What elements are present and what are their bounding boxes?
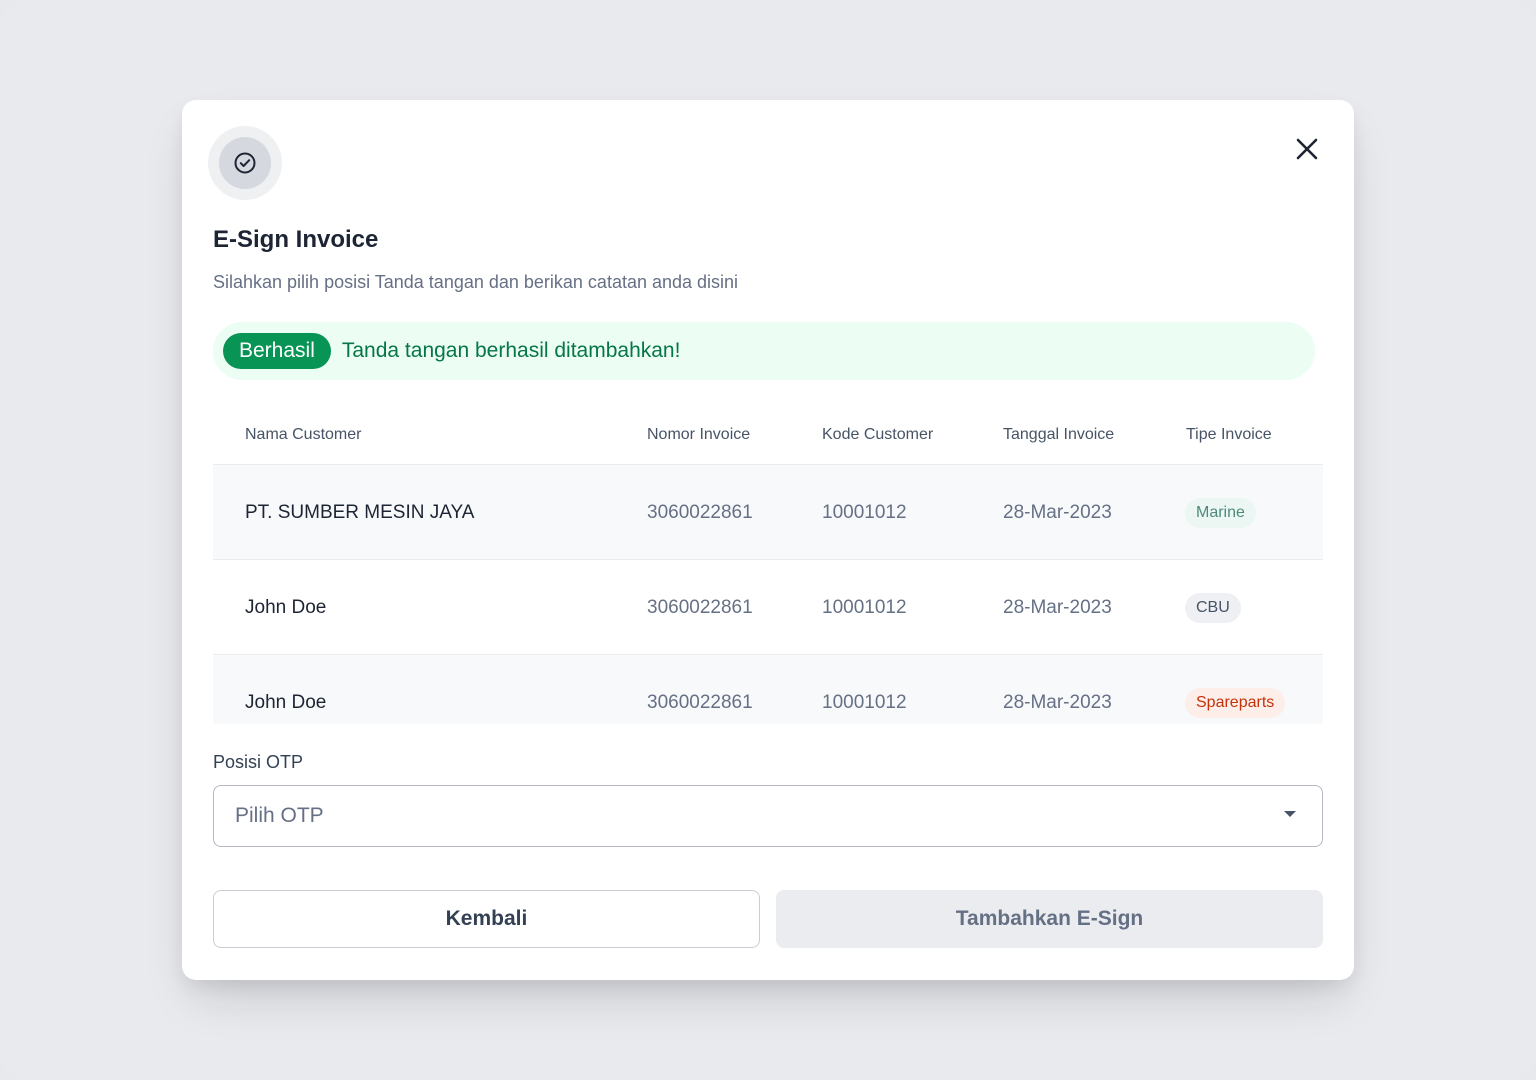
featured-icon xyxy=(208,126,282,200)
invoice-table: Nama Customer Nomor Invoice Kode Custome… xyxy=(213,406,1323,724)
invoice-type-badge: CBU xyxy=(1185,593,1241,623)
success-alert: Berhasil Tanda tangan berhasil ditambahk… xyxy=(213,322,1315,380)
check-circle-icon xyxy=(234,152,256,174)
header-tipe-invoice: Tipe Invoice xyxy=(1186,426,1272,443)
caret-down-icon xyxy=(1284,811,1296,817)
header-nama-customer: Nama Customer xyxy=(245,426,362,443)
cell-customer-code: 10001012 xyxy=(822,597,907,618)
cell-customer-name: PT. SUMBER MESIN JAYA xyxy=(245,502,475,523)
header-nomor-invoice: Nomor Invoice xyxy=(647,426,751,443)
esign-modal: E-Sign Invoice Silahkan pilih posisi Tan… xyxy=(182,100,1354,980)
cell-invoice-number: 3060022861 xyxy=(647,502,753,523)
invoice-type-badge: Marine xyxy=(1185,498,1256,528)
table-row[interactable]: John Doe 3060022861 10001012 28-Mar-2023… xyxy=(213,655,1323,724)
header-kode-customer: Kode Customer xyxy=(822,426,934,443)
table-row[interactable]: John Doe 3060022861 10001012 28-Mar-2023… xyxy=(213,560,1323,655)
otp-position-label: Posisi OTP xyxy=(213,752,304,772)
back-button[interactable]: Kembali xyxy=(213,890,760,948)
cell-customer-name: John Doe xyxy=(245,692,327,713)
table-header: Nama Customer Nomor Invoice Kode Custome… xyxy=(213,406,1323,465)
close-icon xyxy=(1296,138,1318,160)
cell-invoice-date: 28-Mar-2023 xyxy=(1003,692,1112,713)
success-message: Tanda tangan berhasil ditambahkan! xyxy=(341,339,681,362)
header-tanggal-invoice: Tanggal Invoice xyxy=(1003,426,1115,443)
otp-select-placeholder: Pilih OTP xyxy=(235,804,324,827)
otp-select[interactable]: Pilih OTP xyxy=(213,785,1323,847)
cell-invoice-number: 3060022861 xyxy=(647,597,753,618)
cell-invoice-date: 28-Mar-2023 xyxy=(1003,502,1112,523)
cell-customer-code: 10001012 xyxy=(822,502,907,523)
table-row[interactable]: PT. SUMBER MESIN JAYA 3060022861 1000101… xyxy=(213,465,1323,560)
cell-customer-code: 10001012 xyxy=(822,692,907,713)
success-badge: Berhasil xyxy=(223,333,331,369)
close-button[interactable] xyxy=(1288,130,1326,168)
invoice-type-badge: Spareparts xyxy=(1185,688,1286,718)
modal-subtitle: Silahkan pilih posisi Tanda tangan dan b… xyxy=(213,272,739,292)
cell-invoice-date: 28-Mar-2023 xyxy=(1003,597,1112,618)
cell-invoice-number: 3060022861 xyxy=(647,692,753,713)
add-esign-button[interactable]: Tambahkan E-Sign xyxy=(776,890,1323,948)
cell-customer-name: John Doe xyxy=(245,597,327,618)
modal-title: E-Sign Invoice xyxy=(213,226,379,253)
